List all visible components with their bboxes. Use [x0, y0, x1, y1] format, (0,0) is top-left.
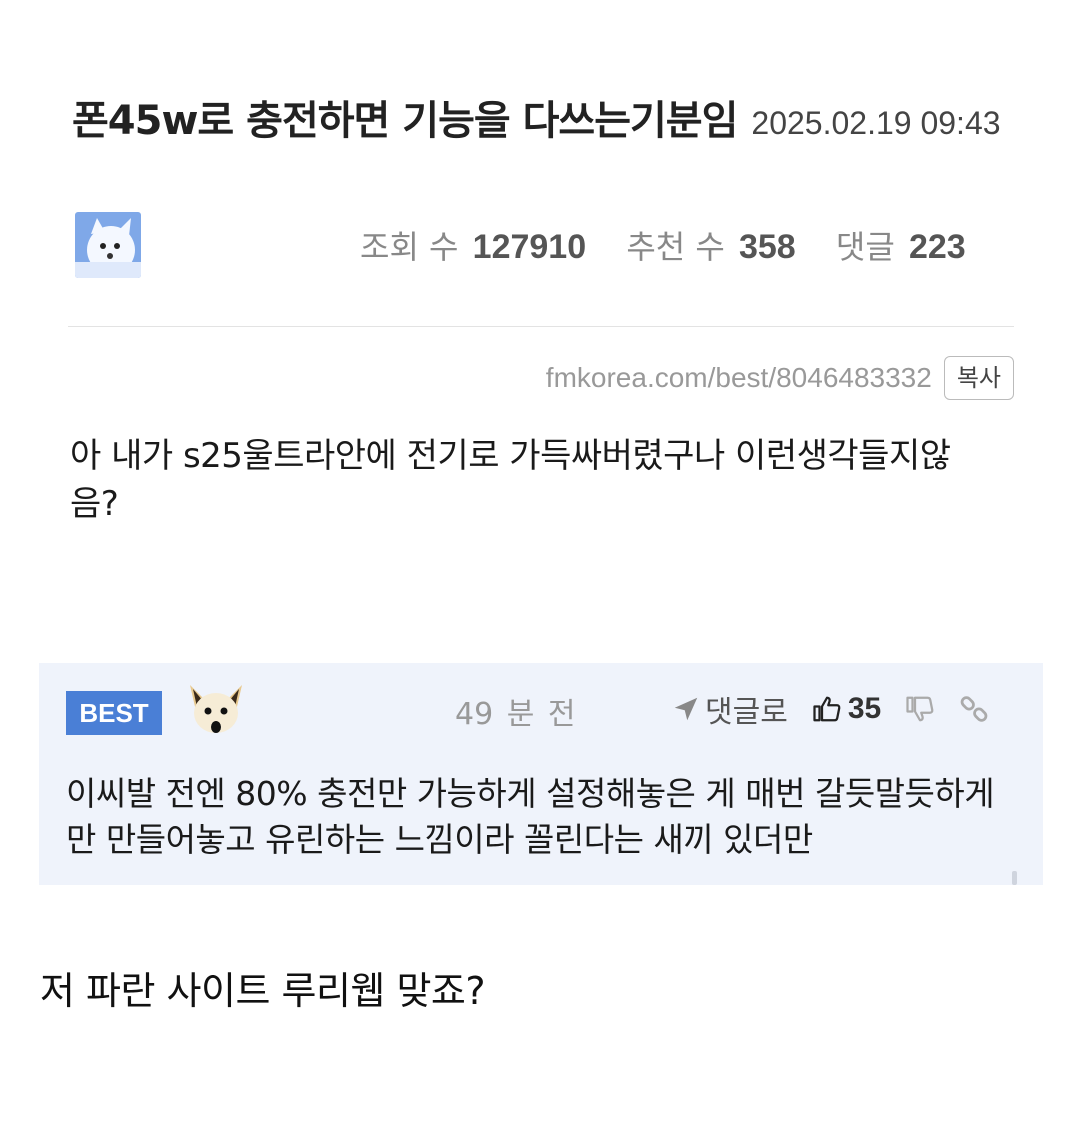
thumbs-down-icon — [905, 694, 935, 724]
best-comment: BEST 49 분 전 댓글로 35 이씨발 전엔 80% 충전만 가능하게 설… — [39, 663, 1043, 885]
author-avatar[interactable] — [75, 212, 141, 278]
commenter-avatar[interactable] — [184, 681, 248, 741]
recommend-label: 추천 수 — [626, 228, 725, 266]
comments-label: 댓글 — [835, 228, 895, 266]
post-date: 2025.02.19 09:43 — [751, 105, 1001, 141]
post-title: 폰45w로 충전하면 기능을 다쓰는기분임 2025.02.19 09:43 — [72, 96, 1017, 148]
views-stat: 조회 수 127910 — [360, 222, 586, 268]
send-arrow-icon — [671, 694, 701, 724]
comments-count: 223 — [908, 228, 966, 266]
comments-stat: 댓글 223 — [836, 222, 966, 268]
post-body: 아 내가 s25울트라안에 전기로 가득싸버렸구나 이런생각들지않음? — [70, 436, 951, 524]
scrollbar[interactable] — [1012, 871, 1017, 885]
link-icon — [959, 694, 989, 724]
upvote-button[interactable]: 35 — [812, 692, 881, 726]
comment-text: 이씨발 전엔 80% 충전만 가능하게 설정해놓은 게 매번 갈듯말듯하게만 만… — [66, 774, 995, 859]
comment-time: 49 분 전 — [455, 697, 576, 732]
recommend-count: 358 — [738, 228, 796, 266]
reply-label: 댓글로 — [705, 695, 788, 730]
comment-actions: 댓글로 35 — [671, 685, 1013, 733]
best-badge: BEST — [66, 691, 162, 735]
reply-button[interactable]: 댓글로 — [671, 687, 788, 731]
post-meta: 조회 수 127910 추천 수 358 댓글 223 — [75, 212, 1015, 280]
caption: 저 파란 사이트 루리웹 맞죠? — [40, 969, 486, 1013]
post-title-text: 폰45w로 충전하면 기능을 다쓰는기분임 — [72, 98, 738, 144]
post-header: 폰45w로 충전하면 기능을 다쓰는기분임 2025.02.19 09:43 — [72, 96, 1017, 148]
recommend-stat: 추천 수 358 — [626, 222, 795, 268]
views-count: 127910 — [472, 228, 587, 266]
link-button[interactable] — [959, 694, 989, 724]
thumbs-up-icon — [812, 694, 842, 724]
url-row: fmkorea.com/best/8046483332 복사 — [546, 356, 1014, 400]
post-url[interactable]: fmkorea.com/best/8046483332 — [546, 362, 932, 394]
post-stats: 조회 수 127910 추천 수 358 댓글 223 — [360, 222, 996, 268]
copy-button[interactable]: 복사 — [943, 356, 1014, 400]
downvote-button[interactable] — [905, 694, 935, 724]
views-label: 조회 수 — [360, 228, 459, 266]
upvote-count: 35 — [847, 692, 882, 725]
divider — [68, 326, 1014, 327]
